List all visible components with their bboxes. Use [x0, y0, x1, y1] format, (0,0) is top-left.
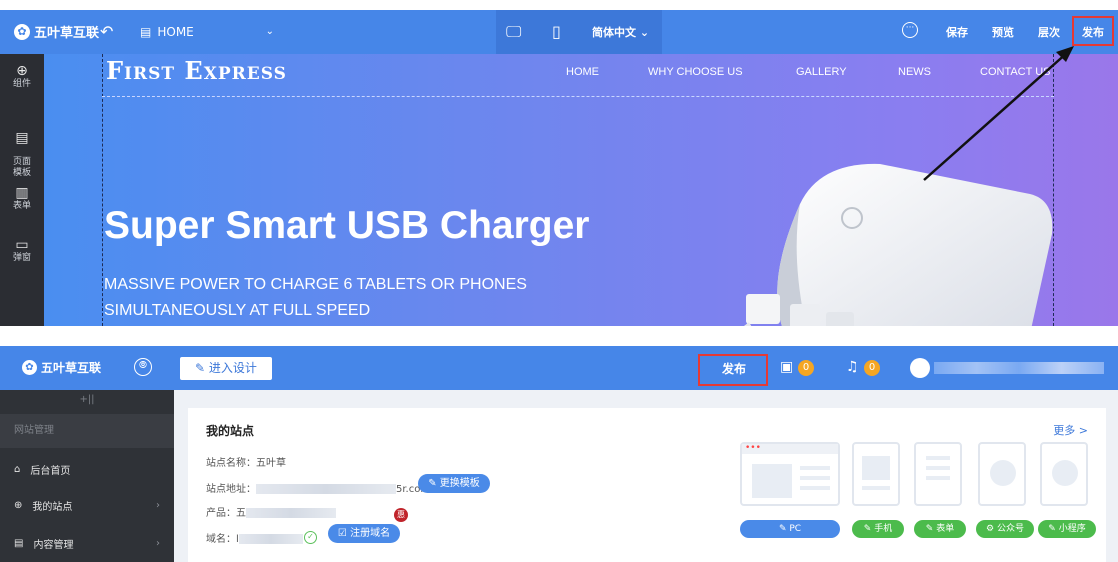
sidebar-group-site-management: 网站管理 — [0, 414, 174, 448]
task-count-badge: 0 — [798, 360, 814, 376]
product-row: 产品：五 — [206, 504, 336, 519]
wechat-edit-button[interactable]: ⚙ 公众号 — [976, 520, 1034, 538]
mobile-edit-button[interactable]: ✎ 手机 — [852, 520, 904, 538]
publish-highlight-box — [698, 354, 768, 386]
pc-template-thumb[interactable]: ••• — [740, 442, 840, 506]
mobile-template-thumb[interactable] — [852, 442, 900, 506]
form-edit-button[interactable]: ✎ 表单 — [914, 520, 966, 538]
site-url-redacted — [256, 484, 396, 494]
clover-logo-icon: ✿ — [22, 360, 37, 375]
sidebar-item-my-sites[interactable]: ⊕ 我的站点 › — [14, 498, 160, 513]
change-template-button[interactable]: ✎ 更换模板 — [418, 474, 490, 493]
image-placeholder-icon — [752, 464, 792, 498]
notice-count-badge: 0 — [864, 360, 880, 376]
miniprogram-edit-button[interactable]: ✎ 小程序 — [1038, 520, 1096, 538]
dashboard-logo[interactable]: ✿ 五叶草互联 — [22, 359, 101, 376]
form-template-thumb[interactable] — [914, 442, 962, 506]
wechat-icon — [990, 460, 1016, 486]
clipboard-icon[interactable]: ▣ — [780, 359, 793, 375]
dashboard-screenshot: ✿ 五叶草互联 ⦾ ✎ 进入设计 发布 ▣ 0 ♫ 0 +|| 网站管理 ⌂ 后… — [0, 346, 1118, 562]
sidebar-item-content[interactable]: ▤ 内容管理 › — [14, 536, 160, 551]
wechat-template-thumb[interactable] — [978, 442, 1026, 506]
check-circle-icon: ✓ — [304, 531, 317, 544]
promo-badge: 惠 — [394, 508, 408, 522]
globe-icon: ⊕ — [14, 500, 23, 511]
miniprogram-template-thumb[interactable] — [1040, 442, 1088, 506]
site-name-row: 站点名称：五叶草 — [206, 458, 286, 469]
dashboard-topbar: ✿ 五叶草互联 ⦾ ✎ 进入设计 发布 ▣ 0 ♫ 0 — [0, 346, 1118, 390]
chevron-right-icon: › — [156, 538, 160, 549]
document-icon: ▤ — [14, 538, 24, 549]
avatar[interactable] — [910, 358, 930, 378]
home-icon: ⌂ — [14, 464, 21, 475]
register-domain-button[interactable]: ☑ 注册域名 — [328, 524, 400, 543]
window-dots-icon: ••• — [745, 443, 761, 453]
sidebar-collapse-toggle[interactable]: +|| — [0, 390, 174, 410]
username-redacted[interactable] — [934, 362, 1104, 374]
domain-redacted — [238, 534, 303, 544]
dashboard-gauge-icon[interactable]: ⦾ — [134, 358, 152, 376]
bell-icon[interactable]: ♫ — [846, 359, 859, 375]
domain-row: 域名：l — [206, 530, 303, 545]
pc-edit-button[interactable]: ✎ PC — [740, 520, 840, 538]
miniprogram-icon — [1052, 460, 1078, 486]
card-title: 我的站点 — [206, 424, 255, 438]
site-url-row: 站点地址： 5r.com — [206, 484, 431, 495]
sidebar-item-home[interactable]: ⌂ 后台首页 — [14, 462, 160, 477]
dashboard-sidebar: +|| 网站管理 ⌂ 后台首页 ⊕ 我的站点 › ▤ 内容管理 › — [0, 390, 174, 562]
more-link[interactable]: 更多 > — [1053, 422, 1088, 438]
product-redacted — [246, 508, 336, 518]
enter-design-button[interactable]: ✎ 进入设计 — [180, 357, 272, 380]
my-site-card: 我的站点 更多 > 站点名称：五叶草 站点地址： 5r.com ✎ 更换模板 产品… — [188, 408, 1106, 562]
chevron-right-icon: › — [156, 500, 160, 511]
